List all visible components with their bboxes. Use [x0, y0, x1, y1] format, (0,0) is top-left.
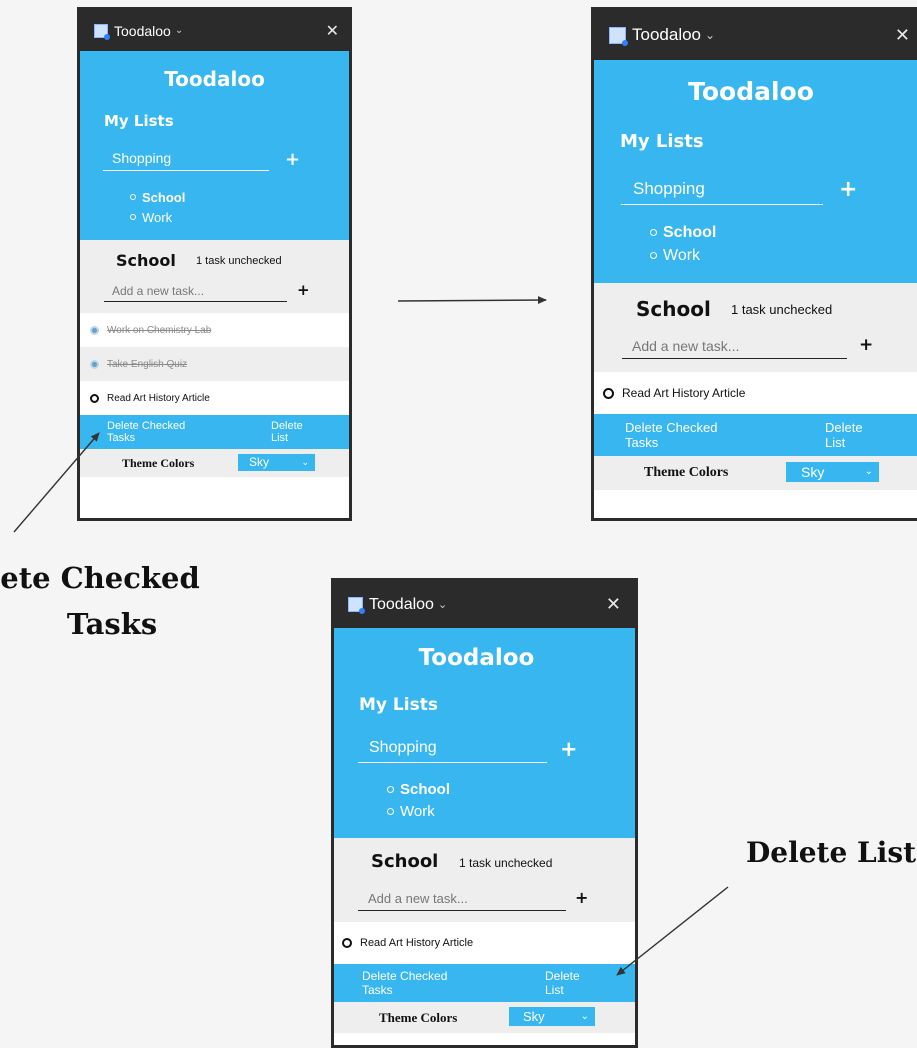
arrow-before-to-after: [397, 296, 547, 305]
annotation-arrows: [13, 296, 729, 976]
arrow-to-delete-list: [616, 886, 729, 976]
arrow-to-delete-checked: [13, 432, 100, 533]
